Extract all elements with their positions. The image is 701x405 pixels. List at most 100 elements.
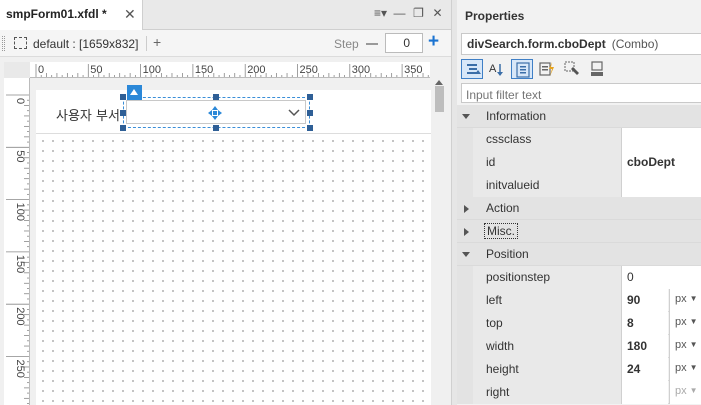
ruler-label: 250 (14, 360, 26, 378)
property-value[interactable] (622, 128, 701, 151)
dropdown-arrow-icon[interactable]: ▼ (690, 386, 698, 395)
resize-handle-br[interactable] (307, 125, 313, 131)
property-value[interactable]: 180 (622, 335, 668, 358)
alphabetical-button[interactable]: A (486, 59, 508, 79)
collapsed-arrow-icon[interactable] (464, 228, 469, 236)
unit-select[interactable]: px ▼ (669, 358, 701, 381)
init-button[interactable] (586, 59, 608, 79)
ruler-label: 0 (38, 64, 44, 76)
dept-label[interactable]: 사용자 부서 (56, 105, 120, 124)
events-view-button[interactable] (536, 59, 558, 79)
move-icon[interactable] (208, 106, 222, 120)
category-information[interactable]: Information (457, 105, 701, 128)
property-name: cssclass (473, 128, 622, 151)
property-value[interactable]: 0 (622, 266, 701, 289)
resize-handle-l[interactable] (120, 110, 126, 116)
dropdown-arrow-icon[interactable]: ▼ (690, 317, 698, 326)
property-row-initvalueid[interactable]: initvalueid (457, 174, 701, 197)
step-input[interactable] (385, 33, 423, 53)
design-grid[interactable] (36, 134, 431, 405)
svg-text:A: A (489, 63, 497, 75)
screen-size-label[interactable]: default : [1659x832] (33, 37, 138, 51)
properties-view-button[interactable] (511, 59, 533, 79)
properties-toolbar: A (461, 58, 611, 80)
resize-handle-tr[interactable] (307, 94, 313, 100)
collapsed-arrow-icon[interactable] (464, 205, 469, 213)
step-minus-button[interactable] (366, 43, 378, 45)
scroll-up-icon[interactable] (435, 80, 443, 85)
property-row-left[interactable]: left 90 px ▼ (457, 289, 701, 312)
scroll-thumb[interactable] (435, 86, 444, 112)
property-row-id[interactable]: id cboDept (457, 151, 701, 174)
property-list-icon (516, 62, 530, 78)
property-row-right[interactable]: right px ▼ (457, 381, 701, 404)
style-button[interactable] (561, 59, 583, 79)
ruler-label: 50 (90, 64, 102, 76)
add-screen-button[interactable]: + (153, 34, 161, 50)
unit-label: px (675, 385, 687, 397)
property-value[interactable]: 24 (622, 358, 668, 381)
property-value[interactable]: cboDept (622, 151, 701, 174)
tab-close-icon[interactable]: ✕ (124, 6, 136, 23)
resize-handle-r[interactable] (307, 110, 313, 116)
unit-select[interactable]: px ▼ (669, 312, 701, 335)
row-gutter (457, 266, 473, 289)
dropdown-arrow-icon[interactable]: ▼ (690, 363, 698, 372)
target-type: (Combo) (611, 37, 659, 51)
row-gutter (457, 289, 473, 312)
property-value[interactable]: 8 (622, 312, 668, 335)
property-value[interactable] (622, 381, 668, 404)
property-row-height[interactable]: height 24 px ▼ (457, 358, 701, 381)
row-gutter (457, 174, 473, 197)
ruler-label: 100 (143, 64, 161, 76)
unit-label: px (675, 293, 687, 305)
property-name: top (473, 312, 622, 335)
category-misc[interactable]: Misc. (457, 220, 701, 243)
resize-handle-t[interactable] (213, 94, 219, 100)
dropdown-arrow-icon[interactable]: ▼ (690, 294, 698, 303)
categorized-button[interactable] (461, 59, 483, 79)
property-value[interactable]: 90 (622, 289, 668, 312)
ruler-corner (4, 62, 30, 78)
ruler-label: 150 (14, 255, 26, 273)
resize-handle-tl[interactable] (120, 94, 126, 100)
resize-handle-b[interactable] (213, 125, 219, 131)
brush-icon (564, 61, 579, 75)
tab-list-icon[interactable]: ≡▾ (373, 6, 388, 21)
category-action[interactable]: Action (457, 197, 701, 220)
property-name: id (473, 151, 622, 174)
expanded-arrow-icon[interactable] (462, 114, 470, 119)
toolbar-divider (146, 36, 147, 51)
screen-size-icon[interactable] (14, 37, 27, 49)
property-name: height (473, 358, 622, 381)
unit-select[interactable]: px ▼ (669, 381, 701, 404)
restore-icon[interactable]: ❐ (411, 6, 426, 21)
vertical-scrollbar[interactable] (433, 78, 446, 405)
step-plus-button[interactable]: + (428, 31, 439, 53)
property-value[interactable] (622, 174, 701, 197)
ruler-label: 0 (14, 98, 26, 104)
unit-select[interactable]: px ▼ (669, 335, 701, 358)
row-gutter (457, 128, 473, 151)
property-grid: Information cssclass id cboDept initvalueid A… (457, 105, 701, 404)
category-label: Misc. (484, 223, 518, 239)
unit-select[interactable]: px ▼ (669, 289, 701, 312)
properties-target[interactable]: divSearch.form.cboDept (Combo) (461, 33, 701, 55)
close-icon[interactable]: ✕ (430, 6, 445, 21)
property-row-positionstep[interactable]: positionstep 0 (457, 266, 701, 289)
minimize-icon[interactable]: — (392, 6, 407, 21)
tab-title: smpForm01.xfdl * (6, 7, 107, 21)
anchor-up-icon[interactable] (127, 85, 142, 100)
property-row-cssclass[interactable]: cssclass (457, 128, 701, 151)
tab-smpform01[interactable]: smpForm01.xfdl * ✕ (0, 0, 143, 30)
filter-input[interactable] (461, 83, 701, 103)
expanded-arrow-icon[interactable] (462, 252, 470, 257)
property-name: width (473, 335, 622, 358)
row-gutter (457, 358, 473, 381)
init-icon (591, 61, 603, 76)
property-row-top[interactable]: top 8 px ▼ (457, 312, 701, 335)
property-row-width[interactable]: width 180 px ▼ (457, 335, 701, 358)
dropdown-arrow-icon[interactable]: ▼ (690, 340, 698, 349)
category-position[interactable]: Position (457, 243, 701, 266)
resize-handle-bl[interactable] (120, 125, 126, 131)
